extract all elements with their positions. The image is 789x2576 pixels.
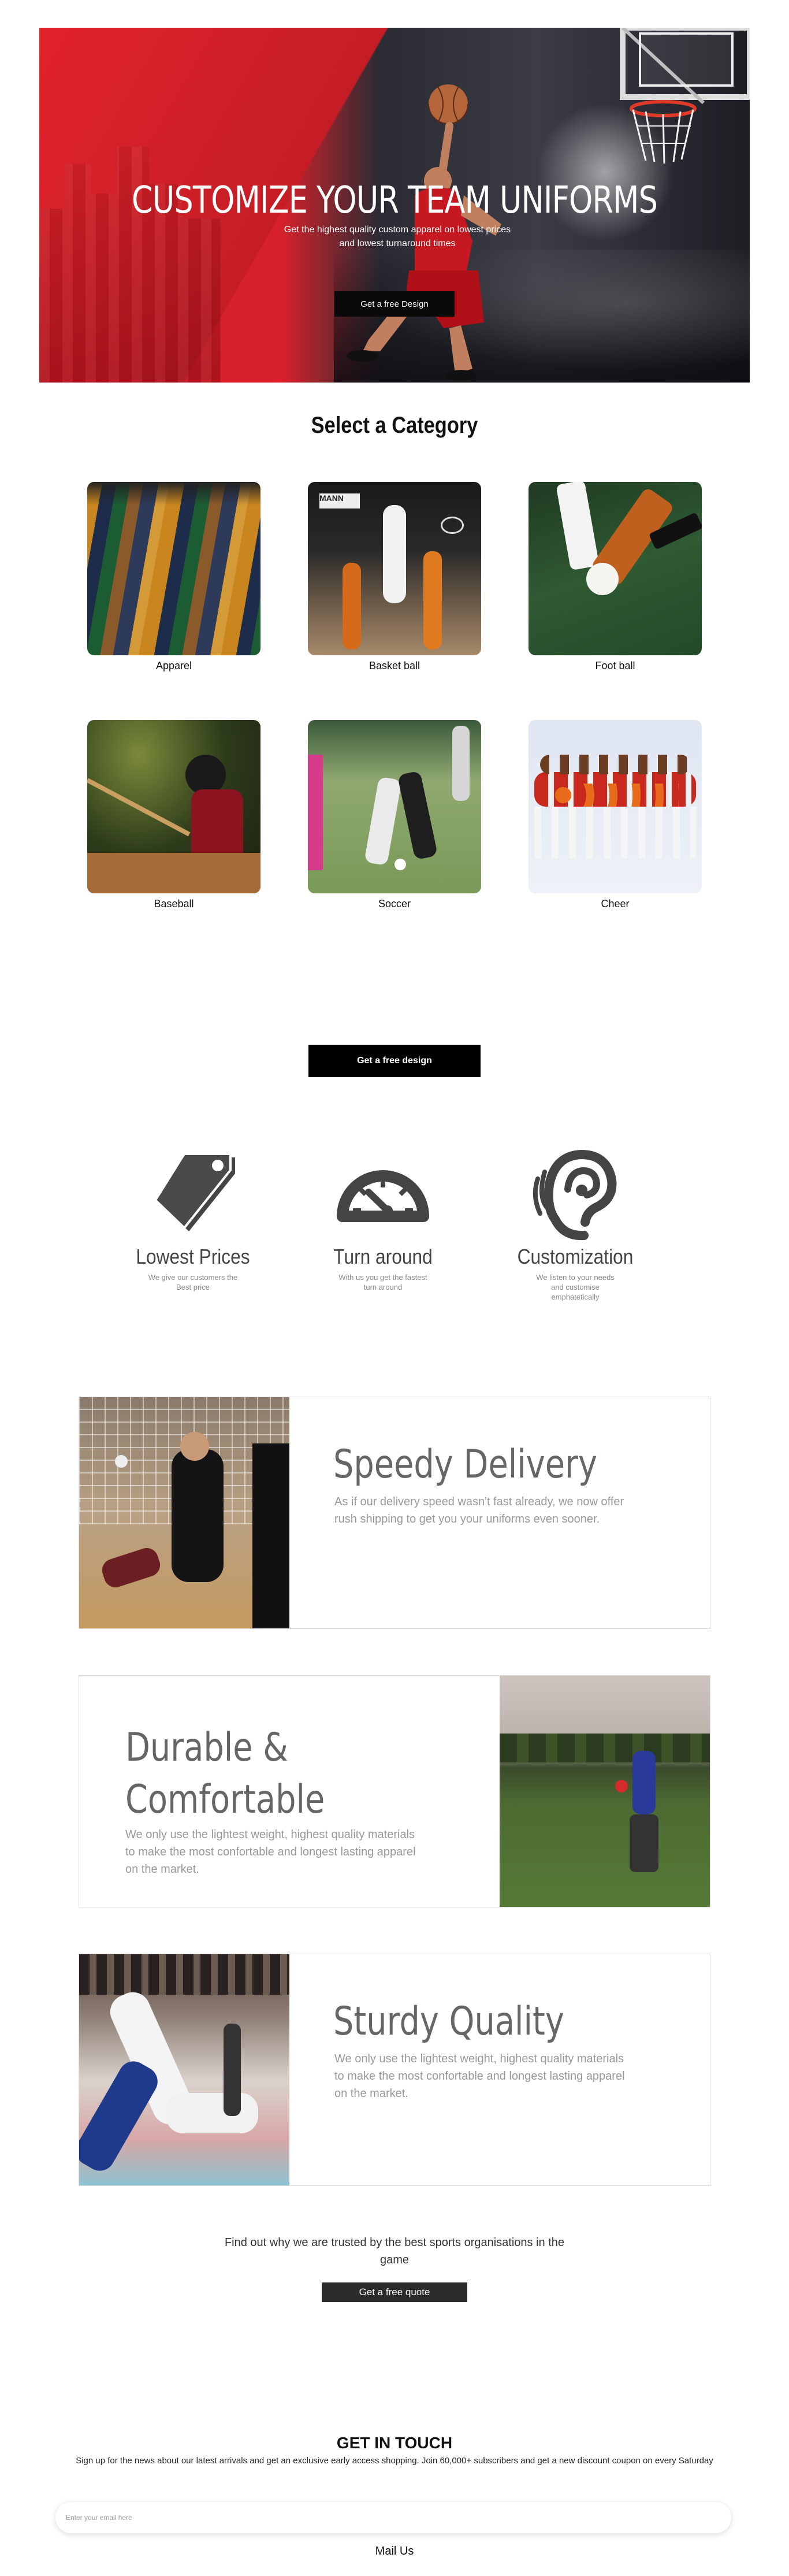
- block-title: Speedy Delivery: [333, 1442, 597, 1487]
- volleyball-players-image: [79, 1397, 289, 1628]
- feature-customization: Customization We listen to your needs an…: [500, 1144, 650, 1302]
- category-label-soccer: Soccer: [378, 898, 411, 910]
- feature-title: Customization: [517, 1245, 634, 1268]
- category-label-apparel: Apparel: [155, 660, 192, 671]
- category-card-football[interactable]: Foot ball: [529, 482, 702, 672]
- category-card-cheer[interactable]: Cheer: [529, 720, 702, 910]
- feature-lowest-prices: Lowest Prices We give our customers the …: [118, 1144, 268, 1292]
- block-title: Sturdy Quality: [333, 1999, 564, 2044]
- ear-icon: [500, 1144, 650, 1242]
- feature-description: We give our customers the Best price: [148, 1273, 238, 1291]
- category-card-basketball[interactable]: MANN Basket ball: [308, 482, 481, 672]
- info-block-speedy-delivery: Speedy Delivery As if our delivery speed…: [79, 1397, 710, 1629]
- category-label-baseball: Baseball: [154, 898, 194, 910]
- info-block-durable-comfortable: Durable & Comfortable We only use the li…: [79, 1675, 710, 1907]
- price-tag-icon: [118, 1144, 268, 1242]
- category-label-basketball: Basket ball: [369, 660, 420, 671]
- get-free-design-cta-button[interactable]: Get a free design: [308, 1045, 481, 1077]
- feature-title: Lowest Prices: [136, 1245, 250, 1268]
- category-card-baseball[interactable]: Baseball: [87, 720, 260, 910]
- get-free-quote-button[interactable]: Get a free quote: [322, 2282, 467, 2302]
- email-field[interactable]: [55, 2502, 731, 2533]
- feature-title: Turn around: [333, 1245, 433, 1268]
- block-title-line1: Durable &: [125, 1725, 288, 1770]
- info-block-sturdy-quality: Sturdy Quality We only use the lightest …: [79, 1954, 710, 2186]
- basketball-game-image[interactable]: MANN: [308, 482, 481, 655]
- feature-turn-around: Turn around With us you get the fastest …: [308, 1144, 458, 1292]
- hero-title: CUSTOMIZE YOUR TEAM UNIFORMS: [131, 179, 658, 222]
- speedometer-icon: [308, 1144, 458, 1242]
- mail-us-link[interactable]: Mail Us: [0, 2545, 789, 2558]
- martial-arts-image: [79, 1954, 289, 2185]
- hero-banner: CUSTOMIZE YOUR TEAM UNIFORMS Get the hig…: [39, 28, 750, 383]
- block-text: As if our delivery speed wasn't fast alr…: [334, 1495, 624, 1525]
- soccer-juggling-image: [500, 1676, 710, 1907]
- soccer-match-image[interactable]: [308, 720, 481, 893]
- category-card-soccer[interactable]: Soccer: [308, 720, 481, 910]
- block-text: We only use the lightest weight, highest…: [334, 2052, 625, 2100]
- get-free-design-button[interactable]: Get a free Design: [334, 291, 455, 317]
- feature-description: With us you get the fastest turn around: [338, 1273, 427, 1291]
- newsletter-description: Sign up for the news about our latest ar…: [76, 2456, 713, 2466]
- category-section-title: Select a Category: [311, 413, 478, 438]
- trust-statement: Find out why we are trusted by the best …: [224, 2236, 565, 2266]
- hero-subtitle: Get the highest quality custom apparel o…: [284, 225, 511, 248]
- block-text: We only use the lightest weight, highest…: [125, 1828, 416, 1876]
- category-card-apparel[interactable]: Apparel: [87, 482, 260, 672]
- apparel-jerseys-image[interactable]: [87, 482, 260, 655]
- feature-description: We listen to your needs and customise em…: [536, 1273, 615, 1301]
- block-title-line2: Comfortable: [125, 1777, 325, 1822]
- football-kick-image[interactable]: [529, 482, 702, 655]
- category-label-cheer: Cheer: [601, 898, 630, 910]
- baseball-batter-image[interactable]: [87, 720, 260, 893]
- cheerleaders-image[interactable]: [529, 720, 702, 893]
- category-label-football: Foot ball: [595, 660, 635, 671]
- basketball-hoop-icon: [620, 28, 750, 164]
- get-in-touch-title: GET IN TOUCH: [336, 2434, 453, 2452]
